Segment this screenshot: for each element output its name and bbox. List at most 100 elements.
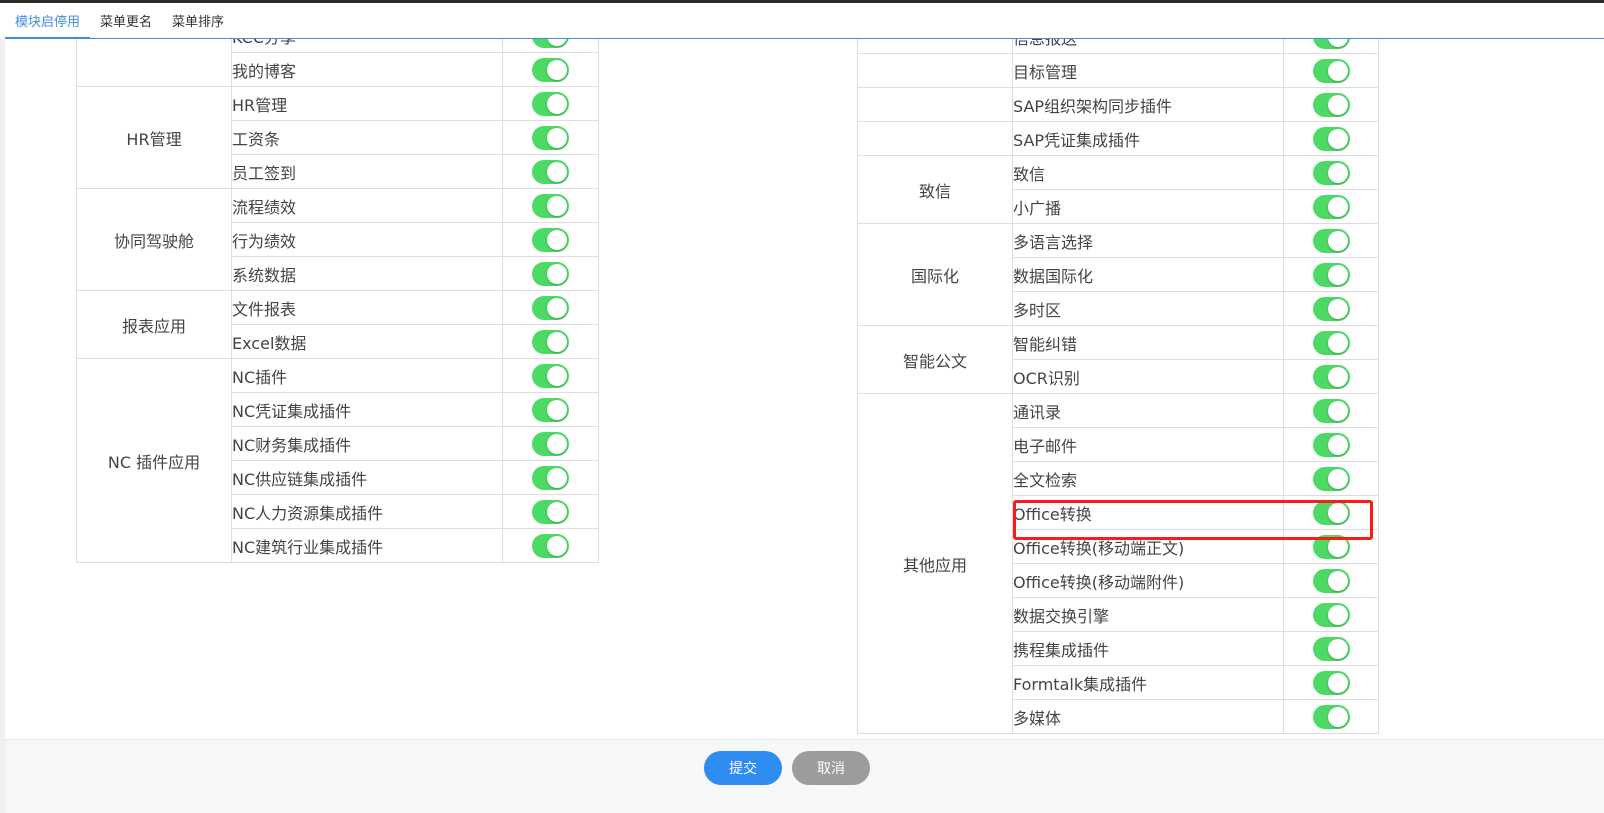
toggle-knob [1327,672,1348,693]
module-row: 国际化 多语言选择 [857,223,1379,326]
module-toggle-switch[interactable] [532,295,569,320]
module-toggle-switch[interactable] [1312,296,1350,321]
module-toggle-switch[interactable] [1312,432,1350,457]
module-toggle-switch[interactable] [1312,126,1350,151]
module-toggle-switch[interactable] [532,363,569,388]
module-switch-cell [502,494,599,529]
module-toggle-switch[interactable] [1312,330,1350,355]
toggle-knob [547,93,567,114]
toggle-knob [1327,60,1348,81]
module-group-label: NC 插件应用 [76,358,232,563]
module-item-label: 系统数据 [231,256,503,291]
module-toggle-switch[interactable] [532,397,569,422]
module-item-label: 流程绩效 [231,188,503,223]
module-toggle-switch[interactable] [532,499,569,524]
right-module-table: 信息报送目标管理SAP组织架构同步插件SAP凭证集成插件致信致信小广播国际化多语… [857,39,1379,734]
module-toggle-switch[interactable] [1312,500,1350,525]
module-switch-cell [502,256,599,291]
module-row: 目标管理 [857,53,1379,88]
module-item-label: 携程集成插件 [1012,631,1284,666]
module-toggle-switch[interactable] [532,227,569,252]
module-switch-cell [502,290,599,325]
module-switch-cell [502,426,599,461]
module-switch-cell [502,392,599,427]
tab-menu-sort[interactable]: 菜单排序 [162,3,234,38]
module-toggle-switch[interactable] [1312,636,1350,661]
module-item-label: NC供应链集成插件 [231,460,503,495]
module-row: KCC分享 [76,39,599,87]
module-group-label [857,53,1013,88]
module-toggle-switch[interactable] [532,261,569,286]
module-toggle-switch[interactable] [1312,262,1350,287]
cancel-button[interactable]: 取消 [792,751,870,785]
module-switch-cell [502,222,599,257]
module-item-label: Office转换 [1012,495,1284,530]
module-toggle-switch[interactable] [532,39,569,48]
module-item-label: NC人力资源集成插件 [231,494,503,529]
module-row: 其他应用 通讯录 [857,393,1379,734]
toggle-knob [547,433,567,454]
module-switch-cell [502,120,599,155]
toggle-knob [547,39,567,46]
module-toggle-switch[interactable] [1312,704,1350,729]
module-toggle-switch[interactable] [1312,39,1350,49]
module-toggle-switch[interactable] [532,533,569,558]
module-row: NC 插件应用 NC插件 [76,358,599,563]
submit-button[interactable]: 提交 [704,751,782,785]
module-switch-cell [1283,597,1379,632]
module-switch-cell [502,324,599,359]
module-group-label: 国际化 [857,223,1013,326]
module-switch-cell [1283,87,1379,122]
module-item-label: NC插件 [231,358,503,393]
module-item-label: 多语言选择 [1012,223,1284,258]
module-toggle-switch[interactable] [532,91,569,116]
module-toggle-switch[interactable] [532,465,569,490]
module-switch-cell [502,86,599,121]
module-toggle-switch[interactable] [1312,602,1350,627]
module-item-label: 智能纠错 [1012,325,1284,360]
module-toggle-switch[interactable] [1312,568,1350,593]
tab-module-toggle[interactable]: 模块启停用 [5,3,91,39]
module-row: SAP凭证集成插件 [857,121,1379,156]
module-toggle-switch[interactable] [532,125,569,150]
module-item-label: Office转换(移动端附件) [1012,563,1284,598]
toggle-knob [547,297,567,318]
module-toggle-switch[interactable] [1312,58,1350,83]
module-settings-panel[interactable]: KCC分享我的博客HR管理HR管理工资条员工签到协同驾驶舱流程绩效行为绩效系统数… [5,39,1604,755]
module-toggle-switch[interactable] [532,57,569,82]
module-toggle-switch[interactable] [1312,160,1350,185]
module-item-label: NC建筑行业集成插件 [231,528,503,563]
module-switch-cell [502,52,599,87]
module-toggle-switch[interactable] [1312,466,1350,491]
toggle-knob [1327,332,1348,353]
module-item-label: 多媒体 [1012,699,1284,734]
module-toggle-switch[interactable] [1312,398,1350,423]
module-toggle-switch[interactable] [532,159,569,184]
module-toggle-switch[interactable] [1312,534,1350,559]
module-toggle-switch[interactable] [532,193,569,218]
tab-menu-rename[interactable]: 菜单更名 [90,3,162,38]
module-item-label: SAP组织架构同步插件 [1012,87,1284,122]
toggle-knob [547,263,567,284]
module-switch-cell [502,358,599,393]
module-toggle-switch[interactable] [1312,364,1350,389]
module-item-label: SAP凭证集成插件 [1012,121,1284,156]
module-switch-cell [502,528,599,563]
module-item-label: 数据国际化 [1012,257,1284,292]
module-item-label: NC凭证集成插件 [231,392,503,427]
module-toggle-switch[interactable] [1312,670,1350,695]
module-switch-cell [1283,461,1379,496]
module-toggle-switch[interactable] [532,329,569,354]
toggle-knob [1327,638,1348,659]
module-toggle-switch[interactable] [1312,92,1350,117]
module-switch-cell [1283,189,1379,224]
toggle-knob [1327,468,1348,489]
module-group-label [76,39,232,87]
module-toggle-switch[interactable] [532,431,569,456]
toggle-knob [1327,366,1348,387]
module-item-label: 致信 [1012,155,1284,190]
module-switch-cell [1283,427,1379,462]
module-toggle-switch[interactable] [1312,194,1350,219]
module-toggle-switch[interactable] [1312,228,1350,253]
toggle-knob [547,501,567,522]
